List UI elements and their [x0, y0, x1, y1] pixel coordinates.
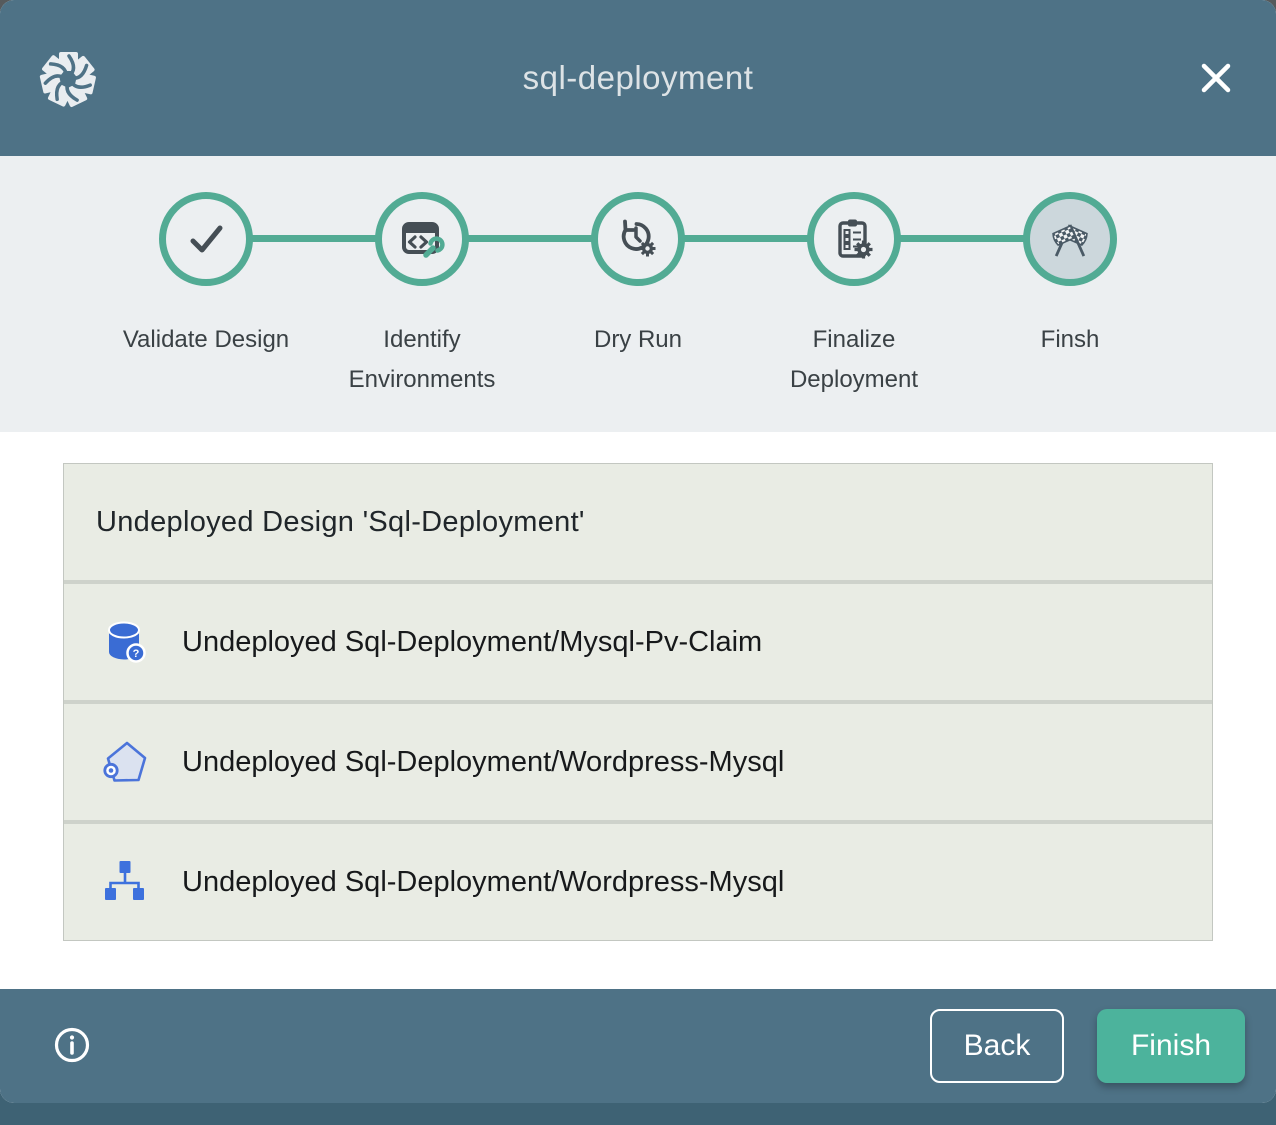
dialog-header: sql-deployment: [0, 0, 1276, 156]
dialog-footer: Back Finish: [0, 989, 1276, 1103]
finish-button[interactable]: Finish: [1097, 1009, 1245, 1083]
svg-text:?: ?: [133, 648, 140, 660]
clipboard-gear-icon: [830, 215, 878, 263]
list-item-text: Undeployed Sql-Deployment/Wordpress-Mysq…: [182, 746, 784, 779]
back-button[interactable]: Back: [930, 1009, 1064, 1083]
step-finsh: Finsh: [962, 156, 1178, 400]
close-icon: [1194, 56, 1238, 100]
step-label: Finalize Deployment: [749, 320, 959, 400]
step-circle-finalize-deployment: [807, 192, 901, 286]
list-item: Undeployed Sql-Deployment/Wordpress-Mysq…: [64, 820, 1212, 940]
code-wrench-icon: [398, 215, 446, 263]
wizard-stepper: Validate Design Identify Environments: [0, 156, 1276, 432]
list-item-text: Undeployed Sql-Deployment/Wordpress-Mysq…: [182, 866, 784, 899]
step-circle-validate-design: [159, 192, 253, 286]
list-item: Undeployed Sql-Deployment/Wordpress-Mysq…: [64, 700, 1212, 820]
pentagon-icon: [100, 737, 150, 787]
undeployed-status-panel: Undeployed Design 'Sql-Deployment' ? Und…: [63, 463, 1213, 941]
step-dry-run: Dry Run: [530, 156, 746, 400]
step-circle-identify-environments: [375, 192, 469, 286]
step-label: Dry Run: [533, 320, 743, 360]
step-label: Validate Design: [101, 320, 311, 360]
step-finalize-deployment: Finalize Deployment: [746, 156, 962, 400]
tree-icon: [100, 857, 150, 907]
panel-title-row: Undeployed Design 'Sql-Deployment': [64, 464, 1212, 580]
step-validate-design: Validate Design: [98, 156, 314, 400]
step-label: Finsh: [965, 320, 1175, 360]
step-circle-dry-run: [591, 192, 685, 286]
info-button[interactable]: [52, 1026, 92, 1066]
list-item-text: Undeployed Sql-Deployment/Mysql-Pv-Claim: [182, 626, 762, 659]
step-identify-environments: Identify Environments: [314, 156, 530, 400]
dialog-title: sql-deployment: [0, 59, 1276, 97]
sql-deployment-dialog: sql-deployment Validate Design: [0, 0, 1276, 1103]
panel-title: Undeployed Design 'Sql-Deployment': [96, 506, 585, 539]
database-icon: ?: [100, 617, 150, 667]
info-icon: [53, 1026, 91, 1064]
history-gear-icon: [614, 215, 662, 263]
step-label: Identify Environments: [317, 320, 527, 400]
list-item: ? Undeployed Sql-Deployment/Mysql-Pv-Cla…: [64, 580, 1212, 700]
finish-flags-icon: [1042, 211, 1098, 267]
dialog-content: Undeployed Design 'Sql-Deployment' ? Und…: [0, 432, 1276, 989]
step-circle-finsh: [1023, 192, 1117, 286]
close-button[interactable]: [1192, 54, 1240, 102]
check-icon: [183, 216, 229, 262]
